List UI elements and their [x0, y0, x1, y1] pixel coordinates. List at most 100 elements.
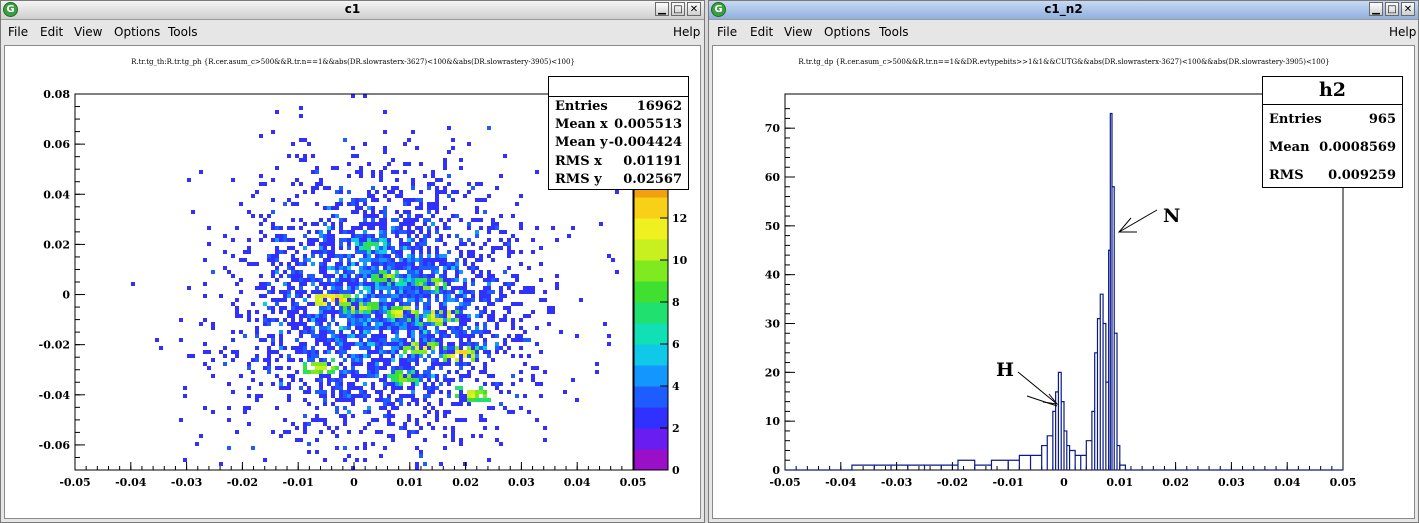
- titlebar[interactable]: G c1_n2 ▁ □ ✕: [709, 1, 1418, 20]
- heatmap-cell: [443, 334, 447, 338]
- heatmap-cell: [527, 290, 531, 294]
- heatmap-cell: [311, 330, 315, 334]
- heatmap-cell: [335, 338, 339, 342]
- heatmap-cell: [431, 362, 435, 366]
- heatmap-cell: [471, 394, 475, 398]
- heatmap-cell: [335, 190, 339, 194]
- heatmap-cell: [287, 282, 291, 286]
- heatmap-cell: [475, 394, 479, 398]
- heatmap-cell: [331, 394, 335, 398]
- heatmap-cell: [303, 190, 307, 194]
- menu-edit[interactable]: Edit: [750, 25, 773, 39]
- heatmap-cell: [499, 290, 503, 294]
- heatmap-cell: [411, 322, 415, 326]
- heatmap-cell: [507, 310, 511, 314]
- heatmap-cell: [367, 242, 371, 246]
- heatmap-cell: [447, 362, 451, 366]
- heatmap-cell: [407, 246, 411, 250]
- menu-tools[interactable]: Tools: [168, 25, 198, 39]
- heatmap-cell: [263, 286, 267, 290]
- heatmap-cell: [531, 378, 535, 382]
- heatmap-cell: [303, 350, 307, 354]
- heatmap-cell: [363, 458, 367, 462]
- menu-view[interactable]: View: [74, 25, 102, 39]
- menu-edit[interactable]: Edit: [40, 25, 63, 39]
- heatmap-cell: [339, 242, 343, 246]
- heatmap-cell: [443, 354, 447, 358]
- heatmap-cell: [263, 282, 267, 286]
- heatmap-cell: [203, 258, 207, 262]
- menu-options[interactable]: Options: [824, 25, 870, 39]
- heatmap-cell: [379, 318, 383, 322]
- heatmap-cell: [251, 370, 255, 374]
- heatmap-cell: [307, 442, 311, 446]
- menu-tools[interactable]: Tools: [879, 25, 909, 39]
- heatmap-cell: [343, 278, 347, 282]
- heatmap-cell: [423, 302, 427, 306]
- colorbar-tick-label: 0: [672, 464, 680, 477]
- heatmap-cell: [395, 270, 399, 274]
- menu-file[interactable]: File: [717, 25, 737, 39]
- heatmap-cell: [431, 278, 435, 282]
- heatmap-cell: [371, 338, 375, 342]
- heatmap-cell: [511, 318, 515, 322]
- heatmap-cell: [383, 238, 387, 242]
- heatmap-cell: [351, 334, 355, 338]
- heatmap-cell: [379, 270, 383, 274]
- heatmap-cell: [343, 254, 347, 258]
- heatmap-cell: [447, 290, 451, 294]
- heatmap-cell: [379, 238, 383, 242]
- close-button[interactable]: ✕: [687, 2, 701, 16]
- titlebar[interactable]: G c1 ▁ □ ✕: [1, 1, 704, 20]
- heatmap-cell: [459, 394, 463, 398]
- heatmap-cell: [343, 266, 347, 270]
- heatmap-cell: [335, 322, 339, 326]
- heatmap-cell: [383, 246, 387, 250]
- minimize-button[interactable]: ▁: [1369, 2, 1383, 16]
- heatmap-cell: [471, 254, 475, 258]
- minimize-button[interactable]: ▁: [655, 2, 669, 16]
- heatmap-cell: [315, 322, 319, 326]
- heatmap-cell: [411, 350, 415, 354]
- heatmap-cell: [311, 154, 315, 158]
- heatmap-cell: [419, 374, 423, 378]
- heatmap-cell: [371, 442, 375, 446]
- heatmap-cell: [375, 390, 379, 394]
- heatmap-cell: [411, 354, 415, 358]
- heatmap-cell: [375, 350, 379, 354]
- heatmap-cell: [255, 354, 259, 358]
- menu-options[interactable]: Options: [114, 25, 160, 39]
- heatmap-cell: [411, 254, 415, 258]
- maximize-button[interactable]: □: [671, 2, 685, 16]
- menu-file[interactable]: File: [8, 25, 28, 39]
- heatmap-cell: [415, 310, 419, 314]
- heatmap-cell: [339, 266, 343, 270]
- heatmap-cell: [447, 226, 451, 230]
- heatmap-cell: [527, 410, 531, 414]
- heatmap-cell: [287, 290, 291, 294]
- heatmap-cell: [295, 258, 299, 262]
- heatmap-cell: [423, 234, 427, 238]
- heatmap-cell: [287, 358, 291, 362]
- heatmap-cell: [391, 258, 395, 262]
- heatmap-cell: [203, 350, 207, 354]
- heatmap-cell: [467, 142, 471, 146]
- heatmap-cell: [311, 262, 315, 266]
- close-button[interactable]: ✕: [1401, 2, 1415, 16]
- menu-help[interactable]: Help: [673, 25, 700, 39]
- heatmap-cell: [387, 290, 391, 294]
- heatmap-cell: [315, 250, 319, 254]
- heatmap-cell: [471, 250, 475, 254]
- maximize-button[interactable]: □: [1385, 2, 1399, 16]
- heatmap-cell: [415, 198, 419, 202]
- plot-canvas-1[interactable]: R.tr.tg_th:R.tr.tg_ph {R.cer.asum_c>500&…: [4, 45, 701, 519]
- menu-help[interactable]: Help: [1389, 25, 1416, 39]
- heatmap-cell: [467, 398, 471, 402]
- heatmap-cell: [443, 242, 447, 246]
- plot-canvas-2[interactable]: R.tr.tg_dp {R.cer.asum_c>500&&R.tr.n==1&…: [712, 45, 1415, 519]
- heatmap-cell: [347, 342, 351, 346]
- heatmap-cell: [499, 390, 503, 394]
- heatmap-cell: [403, 338, 407, 342]
- x-tick-label: 0.03: [508, 476, 535, 489]
- menu-view[interactable]: View: [784, 25, 812, 39]
